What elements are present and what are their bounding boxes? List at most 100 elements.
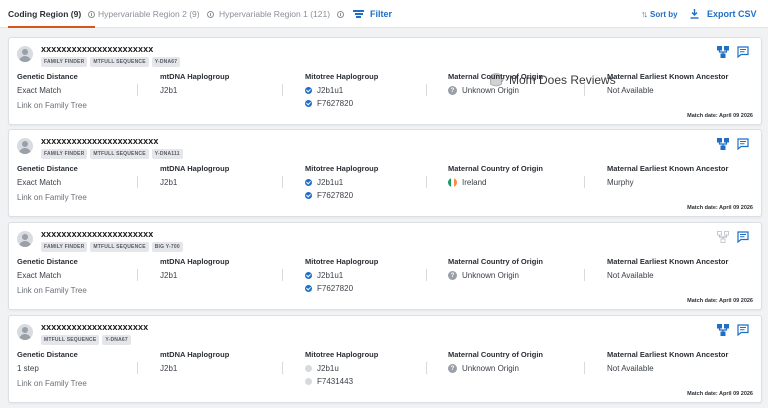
match-name[interactable]: xxxxxxxxxxxxxxxxxxxxxx xyxy=(41,229,153,239)
mitotree-variant-value: F7627820 xyxy=(305,99,378,108)
sort-by-button[interactable]: ↑↓ Sort by xyxy=(641,0,678,28)
message-icon[interactable] xyxy=(737,46,749,58)
test-tag: FAMILY FINDER xyxy=(41,242,88,252)
info-icon[interactable] xyxy=(337,10,345,18)
tab-coding-region[interactable]: Coding Region (9) xyxy=(8,0,96,28)
mitotree-haplogroup-column: Mitotree Haplogroup J2b1u1 F7627820 xyxy=(305,257,378,293)
genetic-distance-value: 1 step xyxy=(17,364,39,373)
message-icon[interactable] xyxy=(737,324,749,336)
avatar[interactable] xyxy=(17,324,33,340)
avatar[interactable] xyxy=(17,46,33,62)
tab-label: Hypervariable Region 2 (9) xyxy=(98,9,200,19)
test-tag: Y-DNA111 xyxy=(151,149,183,159)
unverified-dot-icon xyxy=(305,378,312,385)
maternal-ancestor-value: Not Available xyxy=(607,271,654,280)
mitotree-haplogroup-value: J2b1u1 xyxy=(305,271,378,280)
export-csv-label: Export CSV xyxy=(707,9,757,19)
match-card: xxxxxxxxxxxxxxxxxxxxxx FAMILY FINDER MTFU… xyxy=(8,37,762,125)
mitotree-haplogroup-value: J2b1u1 xyxy=(305,86,378,95)
maternal-ancestor-column: Maternal Earliest Known Ancestor Not Ava… xyxy=(607,72,728,95)
download-icon xyxy=(690,9,699,19)
column-divider xyxy=(282,176,283,188)
tab-hypervariable-region-2[interactable]: Hypervariable Region 2 (9) xyxy=(98,0,214,28)
message-icon[interactable] xyxy=(737,231,749,243)
family-tree-icon[interactable] xyxy=(717,324,729,336)
test-tag: MTFULL SEQUENCE xyxy=(90,149,149,159)
column-divider xyxy=(426,362,427,374)
maternal-country-column: Maternal Country of Origin ? Unknown Orig… xyxy=(448,350,543,373)
column-divider xyxy=(426,84,427,96)
family-tree-icon[interactable] xyxy=(717,46,729,58)
family-tree-icon[interactable] xyxy=(717,231,729,243)
test-tag: MTFULL SEQUENCE xyxy=(90,57,149,67)
filter-button[interactable]: Filter xyxy=(353,0,392,28)
sort-by-label: Sort by xyxy=(650,9,678,19)
mtdna-haplogroup-column: mtDNA Haplogroup J2b1 xyxy=(160,257,229,280)
info-icon[interactable] xyxy=(88,10,96,18)
test-tag: Y-DNA67 xyxy=(151,57,181,67)
avatar[interactable] xyxy=(17,231,33,247)
genetic-distance-column: Genetic Distance Exact Match Link on Fam… xyxy=(17,72,87,110)
match-name[interactable]: xxxxxxxxxxxxxxxxxxxxxx xyxy=(41,44,153,54)
avatar[interactable] xyxy=(17,138,33,154)
genetic-distance-value: Exact Match xyxy=(17,271,62,280)
check-icon xyxy=(305,100,312,107)
link-on-family-tree[interactable]: Link on Family Tree xyxy=(17,193,87,202)
test-tag: FAMILY FINDER xyxy=(41,149,88,159)
test-tags: FAMILY FINDER MTFULL SEQUENCE Y-DNA67 xyxy=(41,57,181,67)
check-icon xyxy=(305,285,312,292)
export-csv-button[interactable]: Export CSV xyxy=(690,0,757,28)
mtdna-haplogroup-column: mtDNA Haplogroup J2b1 xyxy=(160,164,229,187)
tab-label: Hypervariable Region 1 (121) xyxy=(219,9,331,19)
match-date: Match date: April 09 2026 xyxy=(687,298,753,304)
match-name[interactable]: xxxxxxxxxxxxxxxxxxxxxxx xyxy=(41,136,158,146)
mitotree-haplogroup-column: Mitotree Haplogroup J2b1u F7431443 xyxy=(305,350,378,386)
tab-hypervariable-region-1[interactable]: Hypervariable Region 1 (121) xyxy=(219,0,345,28)
genetic-distance-column: Genetic Distance Exact Match Link on Fam… xyxy=(17,164,87,202)
column-divider xyxy=(137,176,138,188)
test-tag: FAMILY FINDER xyxy=(41,57,88,67)
column-divider xyxy=(282,362,283,374)
card-actions xyxy=(717,324,749,336)
filter-label: Filter xyxy=(370,9,393,19)
tab-label: Coding Region (9) xyxy=(8,9,82,19)
active-tab-underline xyxy=(8,26,96,28)
column-divider xyxy=(282,84,283,96)
check-icon xyxy=(305,179,312,186)
genetic-distance-column: Genetic Distance Exact Match Link on Fam… xyxy=(17,257,87,295)
column-label: Maternal Country of Origin xyxy=(448,257,544,266)
maternal-country-value: Ireland xyxy=(448,178,543,187)
question-icon: ? xyxy=(448,271,457,280)
test-tag: BIG Y-700 xyxy=(151,242,183,252)
info-icon[interactable] xyxy=(206,10,214,18)
mtdna-haplogroup-value: J2b1 xyxy=(160,178,178,187)
column-divider xyxy=(137,269,138,281)
maternal-ancestor-column: Maternal Earliest Known Ancestor Murphy xyxy=(607,164,728,187)
link-on-family-tree[interactable]: Link on Family Tree xyxy=(17,379,87,388)
column-label: Mitotree Haplogroup xyxy=(305,72,379,81)
match-card: xxxxxxxxxxxxxxxxxxxxx MTFULL SEQUENCE Y-D… xyxy=(8,315,762,403)
column-label: Genetic Distance xyxy=(17,72,78,81)
mtdna-haplogroup-column: mtDNA Haplogroup J2b1 xyxy=(160,72,229,95)
link-on-family-tree[interactable]: Link on Family Tree xyxy=(17,286,87,295)
column-label: mtDNA Haplogroup xyxy=(160,257,230,266)
genetic-distance-value: Exact Match xyxy=(17,86,62,95)
check-icon xyxy=(305,192,312,199)
mitotree-haplogroup-column: Mitotree Haplogroup J2b1u1 F7627820 xyxy=(305,72,378,108)
column-label: Maternal Earliest Known Ancestor xyxy=(607,164,729,173)
mtdna-haplogroup-value: J2b1 xyxy=(160,271,178,280)
message-icon[interactable] xyxy=(737,138,749,150)
maternal-country-value: ? Unknown Origin xyxy=(448,86,543,95)
question-icon: ? xyxy=(448,364,457,373)
top-toolbar: Coding Region (9) Hypervariable Region 2… xyxy=(0,0,768,28)
question-icon: ? xyxy=(448,86,457,95)
mtdna-haplogroup-value: J2b1 xyxy=(160,364,178,373)
link-on-family-tree[interactable]: Link on Family Tree xyxy=(17,101,87,110)
test-tags: MTFULL SEQUENCE Y-DNA67 xyxy=(41,335,131,345)
match-name[interactable]: xxxxxxxxxxxxxxxxxxxxx xyxy=(41,322,148,332)
family-tree-icon[interactable] xyxy=(717,138,729,150)
maternal-ancestor-column: Maternal Earliest Known Ancestor Not Ava… xyxy=(607,257,728,280)
match-date: Match date: April 09 2026 xyxy=(687,205,753,211)
test-tag: Y-DNA67 xyxy=(102,335,131,345)
maternal-country-column: Maternal Country of Origin ? Unknown Orig… xyxy=(448,257,543,280)
